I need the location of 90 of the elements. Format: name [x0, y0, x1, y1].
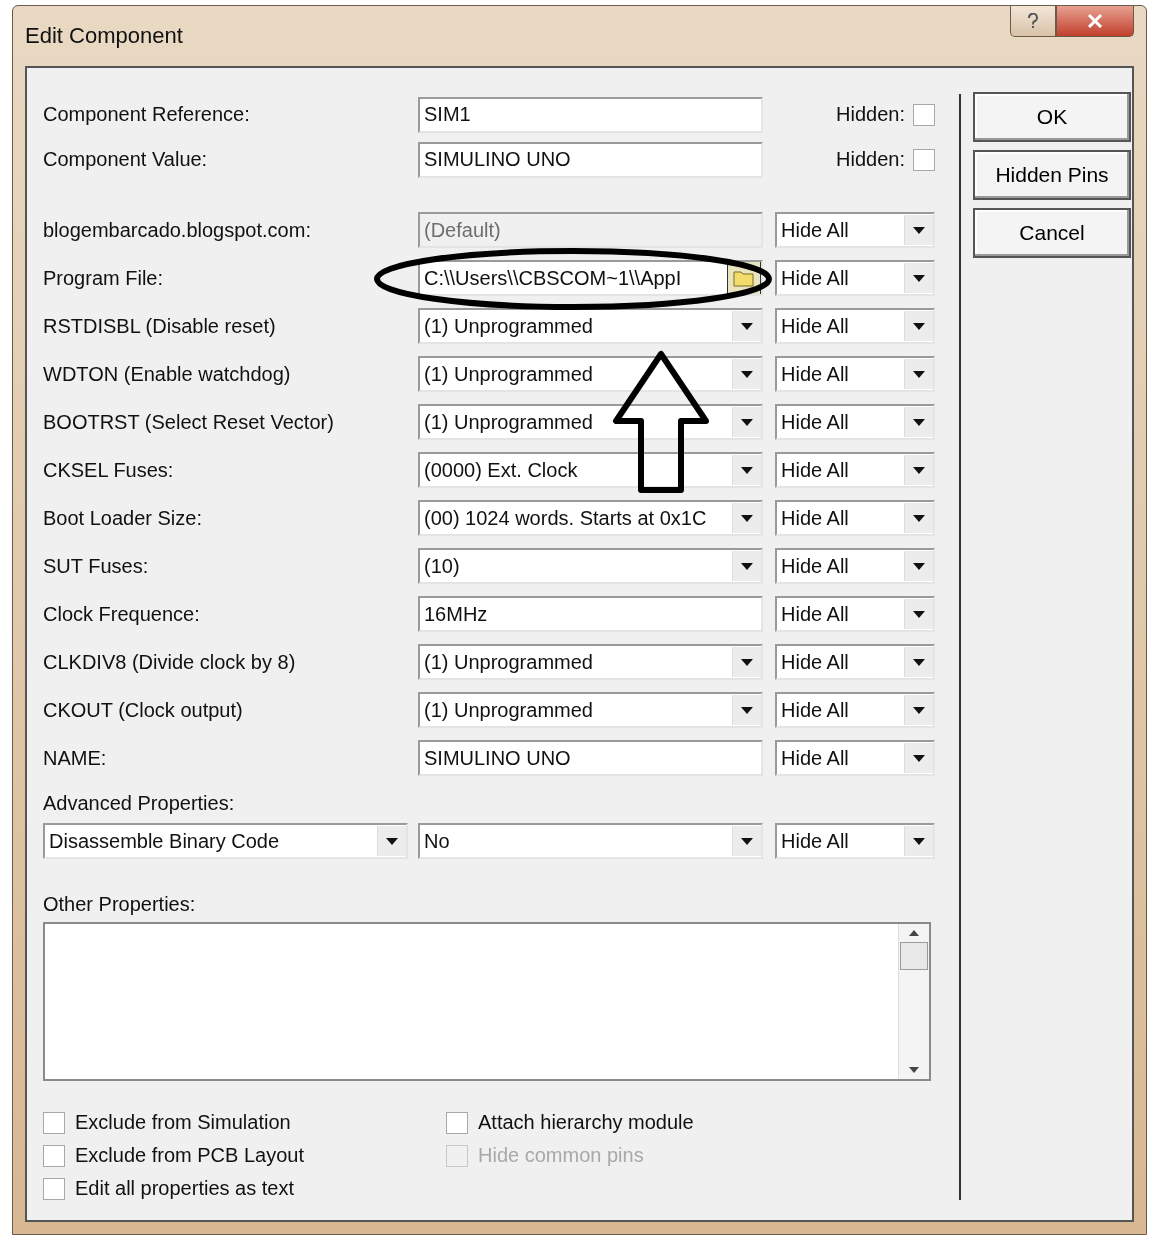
input-field[interactable]: (Default): [418, 212, 763, 248]
input-field[interactable]: 16MHz: [418, 596, 763, 632]
property-label: Program File:: [43, 266, 165, 290]
input-field[interactable]: C:\\Users\\CBSCOM~1\\AppI: [418, 260, 763, 296]
property-label: blogembarcado.blogspot.com:: [43, 218, 312, 242]
dropdown-arrow-icon: [913, 706, 925, 714]
dropdown[interactable]: No: [418, 823, 763, 859]
hidden-label: Hidden:: [836, 103, 905, 126]
property-label: CKSEL Fuses:: [43, 458, 175, 482]
field-label: Component Reference:: [43, 103, 251, 126]
dropdown[interactable]: Disassemble Binary Code: [43, 823, 408, 859]
dropdown[interactable]: Hide All: [775, 260, 935, 296]
dialog-button[interactable]: Hidden Pins: [973, 150, 1131, 200]
close-icon: [1087, 14, 1103, 28]
dropdown[interactable]: Hide All: [775, 548, 935, 584]
field-label: Component Value:: [43, 148, 209, 171]
dropdown[interactable]: Hide All: [775, 740, 935, 776]
dropdown[interactable]: Hide All: [775, 823, 935, 859]
dropdown[interactable]: Hide All: [775, 212, 935, 248]
dropdown[interactable]: (1) Unprogrammed: [418, 356, 763, 392]
dropdown[interactable]: (1) Unprogrammed: [418, 692, 763, 728]
scroll-up-icon: [909, 930, 919, 936]
checkbox-option[interactable]: Edit all properties as text: [43, 1177, 446, 1200]
checkbox-option[interactable]: Exclude from Simulation: [43, 1111, 446, 1134]
dropdown-arrow-icon: [741, 658, 753, 666]
hidden-label: Hidden:: [836, 148, 905, 171]
scroll-thumb[interactable]: [900, 942, 928, 970]
hidden-checkbox[interactable]: [913, 148, 935, 171]
dropdown[interactable]: (1) Unprogrammed: [418, 644, 763, 680]
dropdown[interactable]: Hide All: [775, 452, 935, 488]
dropdown-arrow-icon: [913, 370, 925, 378]
dialog-button[interactable]: OK: [973, 92, 1131, 142]
property-label: Boot Loader Size:: [43, 506, 203, 530]
dropdown[interactable]: Hide All: [775, 356, 935, 392]
dialog-button[interactable]: Cancel: [973, 208, 1131, 258]
dropdown[interactable]: Hide All: [775, 404, 935, 440]
help-icon: [1028, 13, 1038, 29]
section-label: Advanced Properties:: [43, 792, 236, 815]
input-field[interactable]: SIMULINO UNO: [418, 740, 763, 776]
dropdown-arrow-icon: [913, 418, 925, 426]
dropdown-arrow-icon: [386, 837, 398, 845]
dropdown-arrow-icon: [741, 837, 753, 845]
dropdown[interactable]: Hide All: [775, 308, 935, 344]
dropdown-arrow-icon: [741, 562, 753, 570]
dropdown-arrow-icon: [913, 274, 925, 282]
input-field[interactable]: SIMULINO UNO: [418, 141, 763, 178]
property-label: CLKDIV8 (Divide clock by 8): [43, 650, 297, 674]
dropdown[interactable]: (10): [418, 548, 763, 584]
dropdown[interactable]: Hide All: [775, 692, 935, 728]
checkbox-option[interactable]: Attach hierarchy module: [446, 1111, 943, 1134]
dropdown-arrow-icon: [913, 226, 925, 234]
help-button[interactable]: [1010, 6, 1056, 37]
dropdown-arrow-icon: [913, 562, 925, 570]
property-label: Clock Frequence:: [43, 602, 201, 626]
dropdown-arrow-icon: [741, 370, 753, 378]
dropdown-arrow-icon: [741, 322, 753, 330]
dropdown-arrow-icon: [913, 658, 925, 666]
dropdown-arrow-icon: [913, 322, 925, 330]
property-label: BOOTRST (Select Reset Vector): [43, 410, 335, 434]
property-label: SUT Fuses:: [43, 554, 150, 578]
checkbox-option[interactable]: Exclude from PCB Layout: [43, 1144, 446, 1167]
property-label: RSTDISBL (Disable reset): [43, 314, 277, 338]
dropdown-arrow-icon: [913, 610, 925, 618]
property-label: CKOUT (Clock output): [43, 698, 244, 722]
dropdown-arrow-icon: [913, 837, 925, 845]
dropdown[interactable]: (1) Unprogrammed: [418, 308, 763, 344]
dropdown-arrow-icon: [741, 466, 753, 474]
dropdown[interactable]: (0000) Ext. Clock: [418, 452, 763, 488]
input-field[interactable]: SIM1: [418, 96, 763, 133]
close-button[interactable]: [1056, 6, 1134, 37]
hidden-checkbox[interactable]: [913, 103, 935, 126]
dropdown[interactable]: Hide All: [775, 596, 935, 632]
dropdown-arrow-icon: [913, 466, 925, 474]
window-title: Edit Component: [25, 23, 183, 49]
dropdown[interactable]: (00) 1024 words. Starts at 0x1C: [418, 500, 763, 536]
property-label: WDTON (Enable watchdog): [43, 362, 292, 386]
section-label: Other Properties:: [43, 893, 197, 916]
dropdown-arrow-icon: [741, 418, 753, 426]
property-label: NAME:: [43, 746, 108, 770]
dropdown[interactable]: Hide All: [775, 500, 935, 536]
dropdown[interactable]: Hide All: [775, 644, 935, 680]
dropdown-arrow-icon: [741, 514, 753, 522]
dropdown-arrow-icon: [913, 514, 925, 522]
scrollbar[interactable]: [898, 924, 929, 1079]
text-area[interactable]: [43, 922, 931, 1081]
dropdown-arrow-icon: [913, 754, 925, 762]
scroll-down-icon: [909, 1067, 919, 1073]
dropdown-arrow-icon: [741, 706, 753, 714]
folder-icon: [733, 269, 755, 287]
dropdown[interactable]: (1) Unprogrammed: [418, 404, 763, 440]
